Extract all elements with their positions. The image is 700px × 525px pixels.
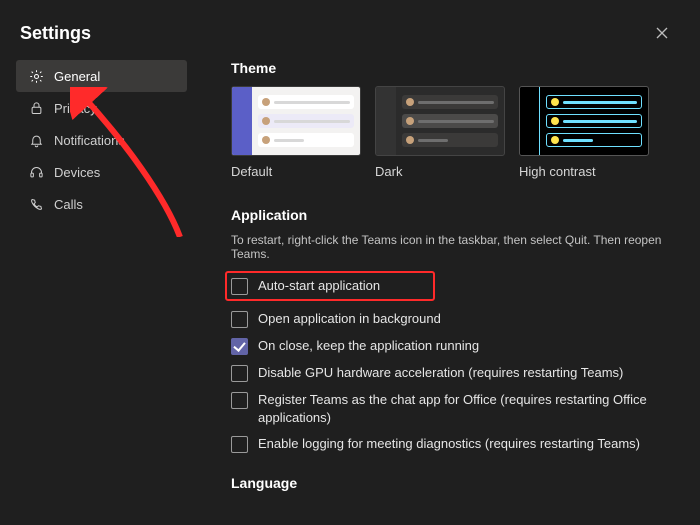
- checkbox[interactable]: [231, 278, 248, 295]
- application-hint: To restart, right-click the Teams icon i…: [231, 233, 672, 261]
- sidebar-item-devices[interactable]: Devices: [16, 156, 187, 188]
- close-icon: [656, 26, 668, 42]
- settings-sidebar: General Privacy Notifications Devices: [10, 52, 195, 512]
- option-label: Register Teams as the chat app for Offic…: [258, 391, 672, 426]
- theme-preview-high-contrast: [519, 86, 649, 156]
- sidebar-item-label: Privacy: [54, 101, 97, 116]
- theme-label: High contrast: [519, 164, 649, 179]
- sidebar-item-calls[interactable]: Calls: [16, 188, 187, 220]
- option-enable-logging[interactable]: Enable logging for meeting diagnostics (…: [231, 435, 672, 453]
- sidebar-item-label: Notifications: [54, 133, 125, 148]
- option-label: Enable logging for meeting diagnostics (…: [258, 435, 640, 453]
- sidebar-item-notifications[interactable]: Notifications: [16, 124, 187, 156]
- option-open-background[interactable]: Open application in background: [231, 310, 672, 328]
- close-button[interactable]: [652, 24, 672, 44]
- theme-option-dark[interactable]: Dark: [375, 86, 505, 179]
- theme-preview-dark: [375, 86, 505, 156]
- option-auto-start[interactable]: Auto-start application: [225, 271, 435, 301]
- lock-icon: [28, 100, 44, 116]
- sidebar-item-privacy[interactable]: Privacy: [16, 92, 187, 124]
- theme-option-high-contrast[interactable]: High contrast: [519, 86, 649, 179]
- language-heading: Language: [231, 475, 672, 491]
- sidebar-item-general[interactable]: General: [16, 60, 187, 92]
- option-label: Auto-start application: [258, 277, 380, 295]
- option-label: On close, keep the application running: [258, 337, 479, 355]
- option-label: Disable GPU hardware acceleration (requi…: [258, 364, 623, 382]
- bell-icon: [28, 132, 44, 148]
- theme-preview-default: [231, 86, 361, 156]
- option-register-office[interactable]: Register Teams as the chat app for Offic…: [231, 391, 672, 426]
- headset-icon: [28, 164, 44, 180]
- checkbox[interactable]: [231, 338, 248, 355]
- checkbox[interactable]: [231, 392, 248, 409]
- sidebar-item-label: Devices: [54, 165, 100, 180]
- page-title: Settings: [20, 23, 91, 44]
- sidebar-item-label: General: [54, 69, 100, 84]
- option-keep-running[interactable]: On close, keep the application running: [231, 337, 672, 355]
- checkbox[interactable]: [231, 311, 248, 328]
- checkbox[interactable]: [231, 365, 248, 382]
- sidebar-item-label: Calls: [54, 197, 83, 212]
- settings-content: Theme Default: [195, 52, 690, 512]
- theme-label: Dark: [375, 164, 505, 179]
- theme-label: Default: [231, 164, 361, 179]
- option-label: Open application in background: [258, 310, 441, 328]
- checkbox[interactable]: [231, 436, 248, 453]
- phone-icon: [28, 196, 44, 212]
- option-disable-gpu[interactable]: Disable GPU hardware acceleration (requi…: [231, 364, 672, 382]
- theme-heading: Theme: [231, 60, 672, 76]
- application-heading: Application: [231, 207, 672, 223]
- theme-option-default[interactable]: Default: [231, 86, 361, 179]
- gear-icon: [28, 68, 44, 84]
